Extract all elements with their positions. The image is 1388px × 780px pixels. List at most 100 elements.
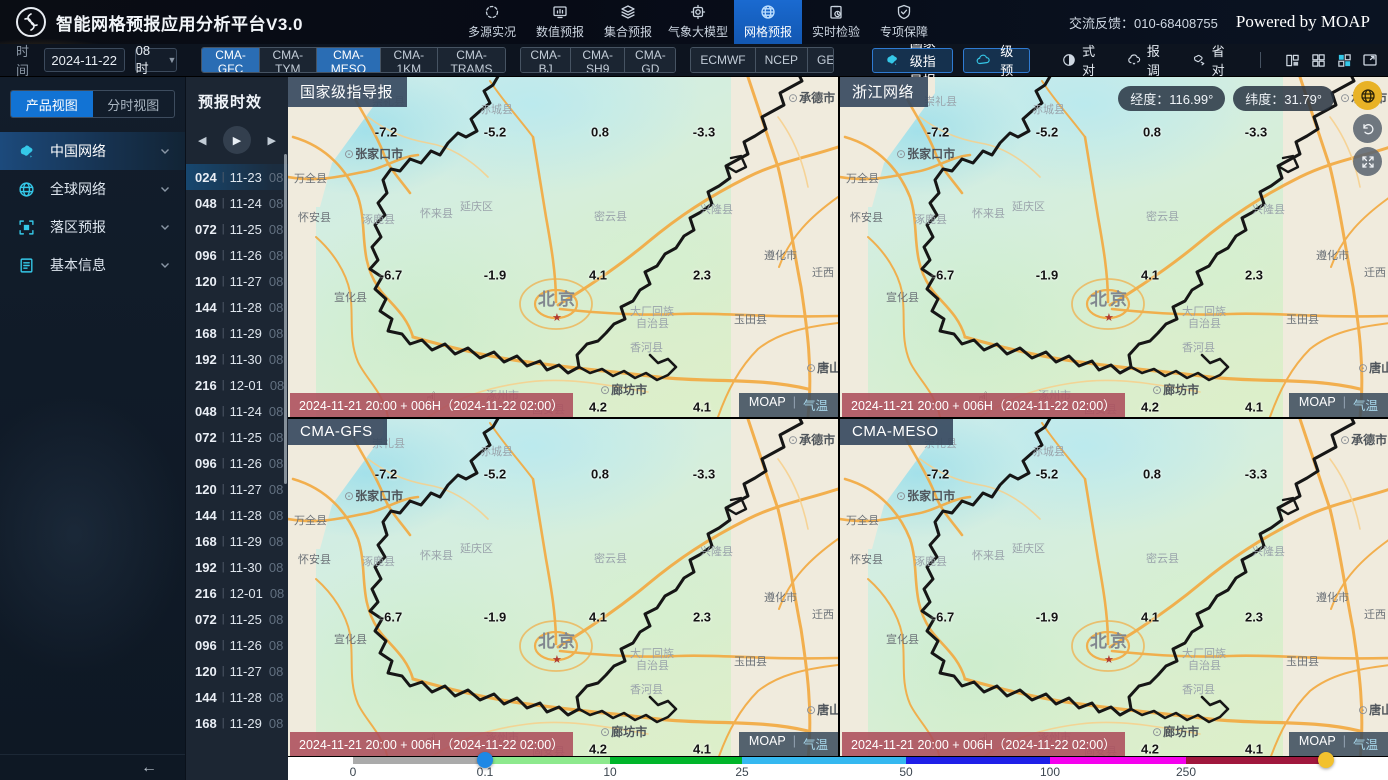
nav-item-6[interactable]: 实时检验 <box>802 0 870 44</box>
time-item-19[interactable]: 096 | 11-26 08 <box>186 632 288 658</box>
time-item-15[interactable]: 168 | 11-29 08 <box>186 528 288 554</box>
time-item-12[interactable]: 096 | 11-26 08 <box>186 450 288 476</box>
tab-产品视图[interactable]: 产品视图 <box>11 91 93 117</box>
time-item-20[interactable]: 120 | 11-27 08 <box>186 658 288 684</box>
time-item-1[interactable]: 024 | 11-23 08 <box>186 164 288 190</box>
time-item-2[interactable]: 048 | 11-24 08 <box>186 190 288 216</box>
playback-controls: ◀ ▶ ▶ <box>186 112 288 162</box>
model-button-cma-bj[interactable]: CMA-BJ <box>521 48 572 72</box>
toggle-国家级指导报[interactable]: 国家级指导报 <box>872 35 954 88</box>
time-of-day: 08 <box>268 715 284 731</box>
globe-icon[interactable] <box>1353 81 1382 110</box>
sidebar-item-基本信息[interactable]: 基本信息 <box>0 246 185 284</box>
time-hour: 096 <box>195 637 217 653</box>
time-hour: 120 <box>195 273 217 289</box>
temperature-value: -5.2 <box>1035 466 1059 482</box>
time-of-day: 08 <box>268 663 284 679</box>
time-item-13[interactable]: 120 | 11-27 08 <box>186 476 288 502</box>
time-item-10[interactable]: 048 | 11-24 08 <box>186 398 288 424</box>
time-item-18[interactable]: 072 | 11-25 08 <box>186 606 288 632</box>
temperature-value: 0.8 <box>590 124 610 140</box>
time-of-day: 08 <box>268 247 284 263</box>
page-title: 智能网格预报应用分析平台V3.0 <box>56 14 303 34</box>
collapse-sidebar-button[interactable]: ← <box>141 759 157 776</box>
color-scale-handle-2[interactable] <box>1318 752 1334 768</box>
scrollbar[interactable] <box>284 154 287 484</box>
expand-window-icon[interactable] <box>1362 52 1378 68</box>
time-item-21[interactable]: 144 | 11-28 08 <box>186 684 288 710</box>
time-hour: 096 <box>195 455 217 471</box>
model-button-cma-trams[interactable]: CMA-TRAMS <box>437 48 506 72</box>
time-hour: 216 <box>195 377 217 393</box>
time-date: 11-27 <box>229 481 262 497</box>
map-canvas[interactable]: 崇礼县赤城县⊙承德市⊙张家口市万全县怀安县延庆区怀来县涿鹿县密云县兴隆县遵化市迁… <box>840 77 1388 417</box>
model-chip-icon <box>690 4 706 20</box>
date-picker[interactable]: 2024-11-22 <box>43 48 125 72</box>
sidebar-item-落区预报[interactable]: 落区预报 <box>0 208 185 246</box>
layout-grid-icon[interactable] <box>1311 53 1326 68</box>
temperature-value: 4.1 <box>1140 609 1160 625</box>
time-date: 11-28 <box>229 299 262 315</box>
sidebar-item-全球网络[interactable]: 全球网络 <box>0 170 185 208</box>
temperature-value: 4.2 <box>1140 741 1160 757</box>
model-button-cma-gd[interactable]: CMA-GD <box>625 48 676 72</box>
nav-label: 实时检验 <box>811 25 860 39</box>
time-item-8[interactable]: 192 | 11-30 08 <box>186 346 288 372</box>
clipboard-clock-icon <box>828 4 844 20</box>
time-item-22[interactable]: 168 | 11-29 08 <box>186 710 288 736</box>
model-button-ncep[interactable]: NCEP <box>755 48 808 72</box>
map-canvas[interactable]: 崇礼县赤城县⊙承德市⊙张家口市万全县怀安县延庆区怀来县涿鹿县密云县兴隆县遵化市迁… <box>288 419 838 756</box>
nav-item-2[interactable]: 数值预报 <box>526 0 594 44</box>
nav-item-5[interactable]: 网格预报 <box>734 0 802 44</box>
tab-分时视图[interactable]: 分时视图 <box>93 91 175 117</box>
model-button-cma-meso[interactable]: CMA-MESO <box>316 48 381 72</box>
time-date: 11-25 <box>229 221 262 237</box>
model-button-german[interactable]: GERMAN <box>807 48 834 72</box>
map-canvas[interactable]: 崇礼县赤城县⊙承德市⊙张家口市万全县怀安县延庆区怀来县涿鹿县密云县兴隆县遵化市迁… <box>840 419 1388 756</box>
step-back-icon[interactable]: ◀ <box>198 134 206 147</box>
model-button-ecmwf[interactable]: ECMWF <box>691 48 756 72</box>
time-item-9[interactable]: 216 | 12-01 08 <box>186 372 288 398</box>
time-date: 11-26 <box>229 455 262 471</box>
nav-item-4[interactable]: 气象大模型 <box>662 0 734 44</box>
model-button-cma-gfc[interactable]: CMA-GFC <box>202 48 260 72</box>
time-item-4[interactable]: 096 | 11-26 08 <box>186 242 288 268</box>
temperature-value: 4.1 <box>692 399 712 415</box>
model-button-cma-sh9[interactable]: CMA-SH9 <box>571 48 626 72</box>
layout-split-icon[interactable] <box>1285 53 1300 68</box>
time-of-day: 08 <box>268 325 284 341</box>
layer-label: 气温 <box>1352 399 1378 413</box>
toggle-省级预报[interactable]: 省级预报 <box>963 25 1031 97</box>
time-hour: 192 <box>195 351 217 367</box>
time-item-5[interactable]: 120 | 11-27 08 <box>186 268 288 294</box>
time-item-16[interactable]: 192 | 11-30 08 <box>186 554 288 580</box>
time-item-6[interactable]: 144 | 11-28 08 <box>186 294 288 320</box>
step-forward-icon[interactable]: ▶ <box>268 134 276 147</box>
nav-item-1[interactable]: 多源实况 <box>458 0 526 44</box>
time-of-day: 08 <box>268 195 284 211</box>
layout-grid-active-icon[interactable] <box>1337 53 1352 68</box>
app-header: 智能网格预报应用分析平台V3.0 多源实况 数值预报 集合预报 气象大模型 网格预报 实时… <box>0 0 1388 44</box>
nav-item-7[interactable]: 专项保障 <box>870 0 938 44</box>
time-of-day: 08 <box>268 299 284 315</box>
map-canvas[interactable]: 崇礼县赤城县⊙承德市⊙张家口市万全县怀安县延庆区怀来县涿鹿县密云县兴隆县遵化市迁… <box>288 77 838 417</box>
time-date: 11-25 <box>229 611 262 627</box>
time-item-14[interactable]: 144 | 11-28 08 <box>186 502 288 528</box>
nav-item-3[interactable]: 集合预报 <box>594 0 662 44</box>
time-item-7[interactable]: 168 | 11-29 08 <box>186 320 288 346</box>
undo-icon[interactable] <box>1353 114 1382 143</box>
time-item-17[interactable]: 216 | 12-01 08 <box>186 580 288 606</box>
sidebar: 产品视图 分时视图 中国网络 全球网络 落区预报 基本信息 ← <box>0 77 185 780</box>
temperature-value: 0.8 <box>590 466 610 482</box>
target-grid-icon <box>18 219 38 236</box>
color-scale-handle-1[interactable] <box>477 752 493 768</box>
model-button-cma-1km[interactable]: CMA-1KM <box>380 48 438 72</box>
sidebar-item-中国网络[interactable]: 中国网络 <box>0 132 185 170</box>
play-icon[interactable]: ▶ <box>223 126 251 154</box>
time-item-11[interactable]: 072 | 11-25 08 <box>186 424 288 450</box>
model-button-cma-tym[interactable]: CMA-TYM <box>259 48 317 72</box>
hour-select[interactable]: 08时 ▼ <box>134 43 178 76</box>
time-item-3[interactable]: 072 | 11-25 08 <box>186 216 288 242</box>
panel-title: CMA-MESO <box>840 419 953 445</box>
expand-arrows-icon[interactable] <box>1353 147 1382 176</box>
